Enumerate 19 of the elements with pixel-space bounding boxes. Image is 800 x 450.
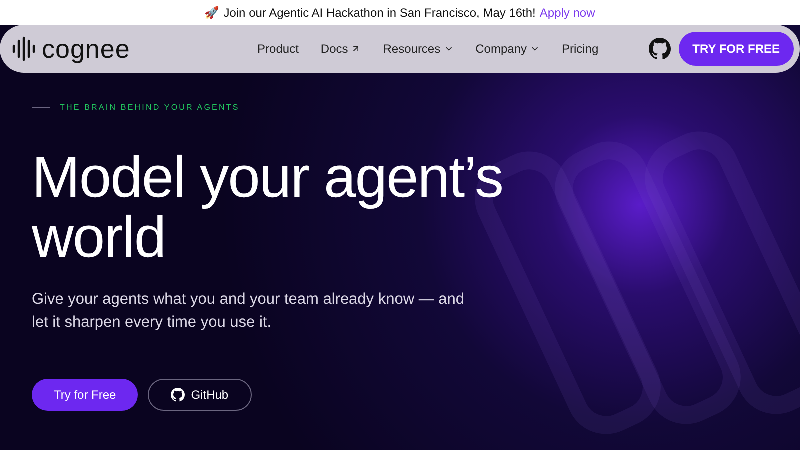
rocket-icon: 🚀 [204,6,220,20]
github-icon [648,38,671,60]
logo-icon [12,36,36,62]
github-button[interactable]: GitHub [148,379,252,411]
nav-link[interactable]: Company [476,42,540,56]
eyebrow-text: THE BRAIN BEHIND YOUR AGENTS [60,103,240,112]
announcement-text: Join our Agentic AI Hackathon in San Francisco, May 16th! [224,6,536,20]
logo-text: cognee [42,34,130,64]
try-for-free-button[interactable]: TRY FOR FREE [678,32,794,66]
apply-link[interactable]: Apply now [540,6,596,20]
try-button[interactable]: Try for Free [32,379,138,411]
nav-link[interactable]: Resources [383,42,454,56]
nav-link[interactable]: Docs [320,42,362,56]
hero-subtitle: Give your agents what you and your team already know — and let it sharpen every time you use it. [32,290,466,333]
nav-link[interactable]: Product [258,42,299,56]
nav-link[interactable]: Pricing [562,42,599,56]
hero-title: Model your agent’s world [32,148,504,268]
github-icon [171,388,186,402]
arrow-icon [351,44,362,54]
